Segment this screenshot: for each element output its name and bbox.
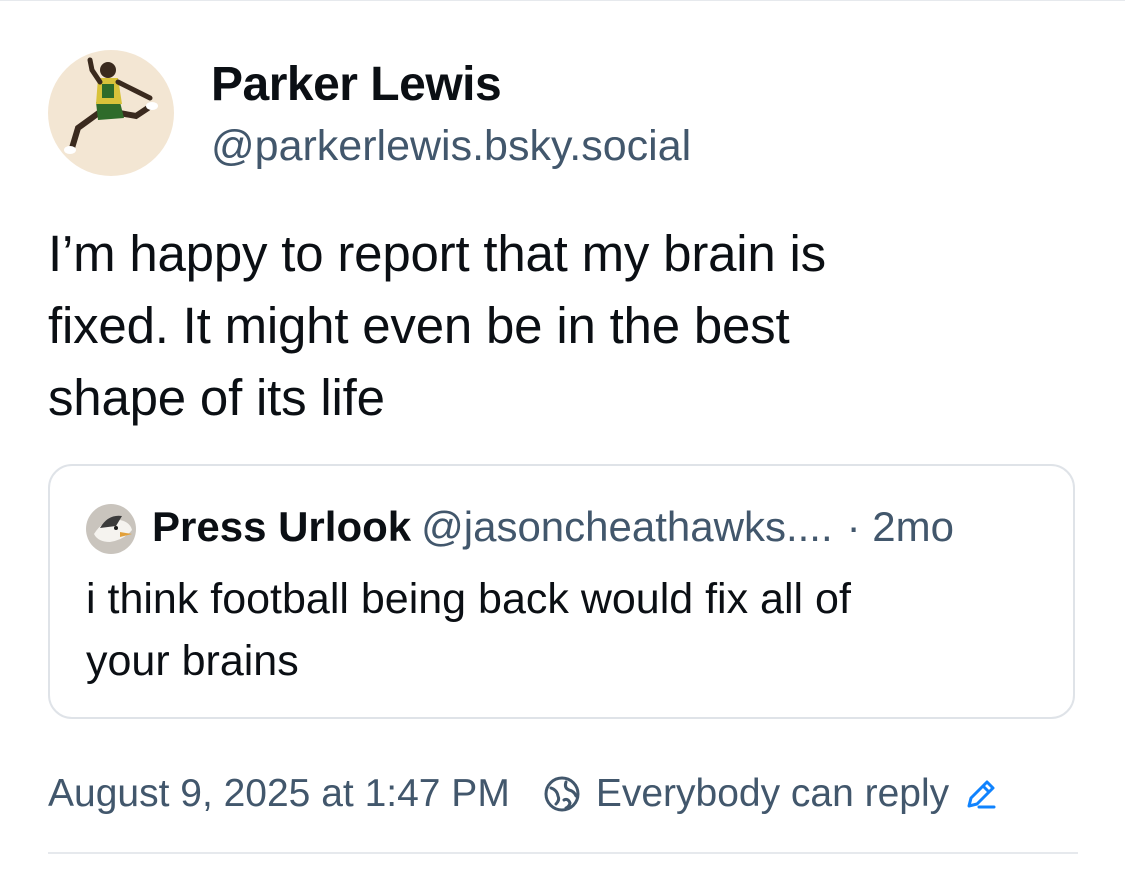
post-meta-row: August 9, 2025 at 1:47 PM Everybody can …	[48, 766, 999, 822]
post-text: I’m happy to report that my brain is fix…	[48, 218, 1078, 434]
quoted-post-card[interactable]: Press Urlook @jasoncheathawks.... · 2mo i …	[48, 464, 1075, 719]
globe-icon	[542, 774, 582, 814]
bottom-divider	[48, 852, 1078, 854]
jumping-athlete-icon	[48, 50, 174, 176]
quoted-text-line: your brains	[86, 637, 299, 685]
quoted-text-line: i think football being back would fix al…	[86, 575, 851, 623]
bird-icon	[86, 504, 136, 554]
quoted-post-text: i think football being back would fix al…	[86, 568, 1046, 692]
quoted-post-header: Press Urlook @jasoncheathawks.... · 2mo	[152, 503, 954, 551]
reply-setting-label[interactable]: Everybody can reply	[596, 772, 949, 816]
quoted-author-avatar[interactable]	[86, 504, 136, 554]
quoted-author-name[interactable]: Press Urlook	[152, 503, 411, 550]
author-name[interactable]: Parker Lewis	[211, 57, 502, 112]
pencil-icon[interactable]	[963, 776, 999, 812]
quoted-post-time[interactable]: · 2mo	[847, 503, 954, 550]
top-divider	[0, 0, 1125, 1]
post-timestamp: August 9, 2025 at 1:47 PM	[48, 772, 510, 815]
author-handle[interactable]: @parkerlewis.bsky.social	[211, 122, 691, 171]
post-text-line: I’m happy to report that my brain is	[48, 225, 826, 282]
author-avatar[interactable]	[48, 50, 174, 176]
post-text-line: shape of its life	[48, 369, 385, 426]
post-text-line: fixed. It might even be in the best	[48, 297, 790, 354]
quoted-author-handle[interactable]: @jasoncheathawks....	[421, 503, 833, 550]
